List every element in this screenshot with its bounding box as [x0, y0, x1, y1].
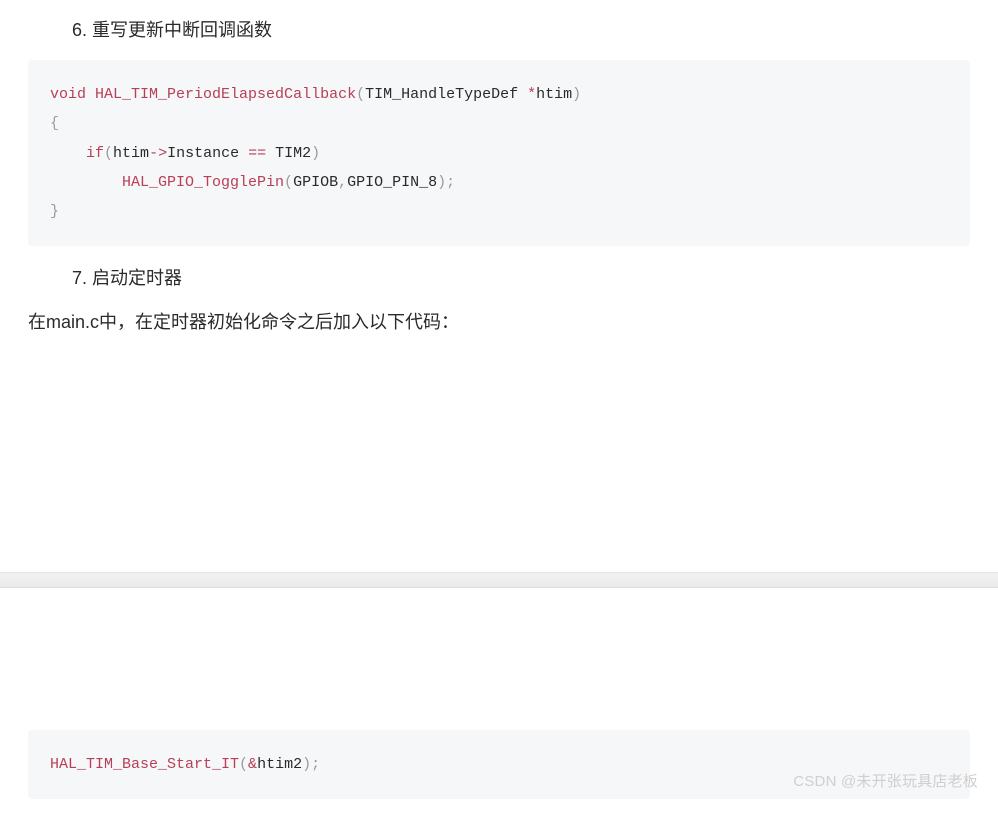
step-7-heading: 7. 启动定时器 [72, 264, 970, 290]
code-arg: GPIO_PIN_8 [347, 174, 437, 191]
code-brace-open: { [50, 115, 59, 132]
content-upper: 6. 重写更新中断回调函数 void HAL_TIM_PeriodElapsed… [0, 16, 998, 334]
code-punc: , [338, 174, 347, 191]
code-punc: ) [572, 86, 581, 103]
step-6-heading: 6. 重写更新中断回调函数 [72, 16, 970, 42]
code-arg: htim [536, 86, 572, 103]
code-ampersand: & [248, 756, 257, 773]
code-star: * [527, 86, 536, 103]
code-semicolon: ; [311, 756, 320, 773]
code-id: TIM2 [275, 145, 311, 162]
code-punc: ( [356, 86, 365, 103]
code-brace-close: } [50, 203, 59, 220]
code-kw: void [50, 86, 86, 103]
code-space [518, 86, 527, 103]
code-punc: ( [104, 145, 113, 162]
code-id: htim [113, 145, 149, 162]
code-eq: == [239, 145, 275, 162]
code-fn-name: HAL_GPIO_TogglePin [122, 174, 284, 191]
code-punc: ( [239, 756, 248, 773]
code-punc: ) [302, 756, 311, 773]
code-id: Instance [167, 145, 239, 162]
code-punc: ) [311, 145, 320, 162]
code-arrow: -> [149, 145, 167, 162]
watermark: CSDN @未开张玩具店老板 [793, 770, 978, 791]
code-arg: GPIOB [293, 174, 338, 191]
code-punc: ) [437, 174, 446, 191]
page: 6. 重写更新中断回调函数 void HAL_TIM_PeriodElapsed… [0, 16, 998, 809]
step-7-paragraph: 在main.c中，在定时器初始化命令之后加入以下代码： [28, 308, 970, 334]
code-block-callback[interactable]: void HAL_TIM_PeriodElapsedCallback(TIM_H… [28, 60, 970, 246]
code-semicolon: ; [446, 174, 455, 191]
code-arg: htim2 [257, 756, 302, 773]
content-lower: HAL_TIM_Base_Start_IT(&htim2); [0, 716, 998, 817]
code-kw-if: if [86, 145, 104, 162]
code-punc: ( [284, 174, 293, 191]
code-fn-name: HAL_TIM_PeriodElapsedCallback [95, 86, 356, 103]
code-fn-name: HAL_TIM_Base_Start_IT [50, 756, 239, 773]
code-type: TIM_HandleTypeDef [365, 86, 518, 103]
section-divider [0, 572, 998, 588]
